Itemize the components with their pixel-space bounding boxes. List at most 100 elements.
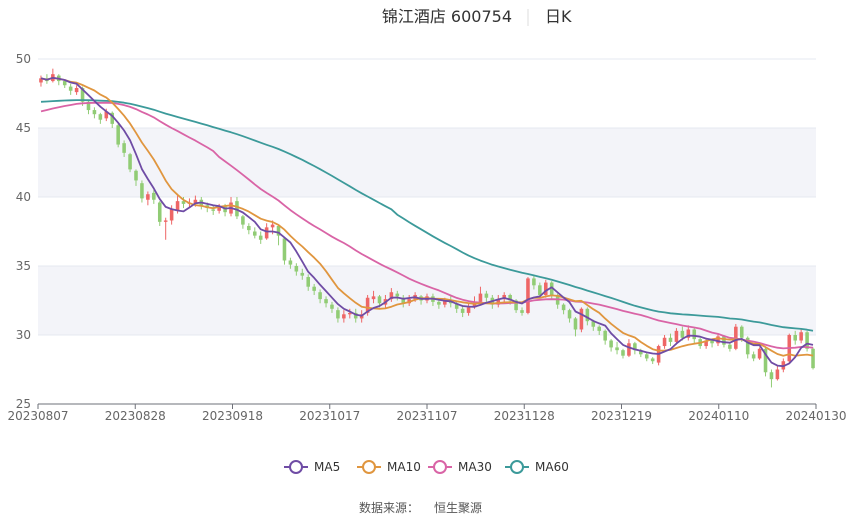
candle <box>39 75 43 87</box>
candle <box>241 214 245 229</box>
candle <box>252 227 257 239</box>
data-source: 数据来源： 恒生聚源 <box>359 500 482 515</box>
y-tick-label: 40 <box>16 190 31 204</box>
candle-body <box>157 202 162 222</box>
candle-body <box>152 192 156 200</box>
x-tick-label: 20230828 <box>105 409 166 423</box>
candle-body <box>644 354 649 359</box>
legend-marker <box>289 460 303 474</box>
x-tick-label: 20231107 <box>396 409 457 423</box>
candle-body <box>134 170 138 181</box>
candle-body <box>300 272 305 276</box>
candle <box>140 180 144 203</box>
candle-body <box>62 81 67 86</box>
x-axis: 20230807 20230828 20230918 20231017 20231107… <box>7 403 847 423</box>
candle <box>650 357 655 364</box>
candle-body <box>793 335 797 341</box>
legend-marker <box>510 460 524 474</box>
candle <box>163 217 168 240</box>
candle-body <box>306 277 311 287</box>
source-name: 恒生聚源 <box>434 501 482 515</box>
candle-body <box>567 310 572 319</box>
candle-body <box>211 209 215 211</box>
legend-label: MA10 <box>387 460 421 474</box>
candle-body <box>318 292 322 300</box>
candle <box>74 85 79 95</box>
candle <box>92 107 97 119</box>
x-tick-label: 20240130 <box>785 409 846 423</box>
candle-body <box>68 86 73 91</box>
candle-body <box>722 336 726 345</box>
candle <box>615 341 619 355</box>
candle-body <box>585 308 590 322</box>
candle-body <box>579 308 584 330</box>
candle-body <box>466 307 471 313</box>
y-tick-label: 45 <box>16 121 31 135</box>
legend-label: MA30 <box>458 460 492 474</box>
candle-body <box>437 301 441 305</box>
candle-body <box>609 340 613 348</box>
candle-body <box>460 308 465 313</box>
candle-body <box>270 224 275 228</box>
candle <box>769 369 774 388</box>
candle-body <box>710 340 714 344</box>
chart-title-text: 锦江酒店 600754 <box>382 7 512 26</box>
candle <box>757 347 762 360</box>
candle-body <box>597 326 602 331</box>
candle-body <box>573 318 578 330</box>
candle-body <box>484 293 489 298</box>
x-tick-label: 20231128 <box>494 409 555 423</box>
candle-body <box>615 347 619 351</box>
candle <box>116 123 120 148</box>
candle-body <box>330 304 334 309</box>
y-axis: 253035404550 <box>16 52 31 411</box>
candle-body <box>739 326 744 338</box>
candle-body <box>247 225 251 231</box>
candle-body <box>668 337 673 342</box>
candle-body <box>163 220 168 222</box>
candle <box>526 277 530 315</box>
chart-period-text: 日K <box>545 7 572 26</box>
legend-item-ma60: MA60 <box>505 460 569 474</box>
x-tick-label: 20230918 <box>202 409 263 423</box>
candle-body <box>282 238 287 261</box>
candle-body <box>241 216 245 225</box>
candle-body <box>342 314 346 319</box>
candle-body <box>74 87 79 93</box>
candle-body <box>395 293 400 297</box>
legend: MA5 MA10 MA30 MA60 <box>284 460 569 474</box>
legend-label: MA60 <box>535 460 569 474</box>
candle <box>775 365 780 381</box>
x-tick-label: 20231017 <box>299 409 360 423</box>
y-tick-label: 35 <box>16 259 31 273</box>
x-tick-label: 20231219 <box>591 409 652 423</box>
legend-item-ma10: MA10 <box>357 460 421 474</box>
candle-body <box>775 369 780 380</box>
candle-body <box>169 209 174 221</box>
candle <box>282 237 287 265</box>
candle <box>128 152 132 173</box>
candle-body <box>680 330 685 338</box>
legend-marker <box>362 460 376 474</box>
candle-body <box>478 293 483 302</box>
candle-body <box>650 358 655 362</box>
candle-body <box>627 343 631 356</box>
candle <box>609 339 613 352</box>
candle-body <box>532 278 536 286</box>
candle-body <box>258 235 263 240</box>
legend-item-ma30: MA30 <box>428 460 492 474</box>
y-tick-label: 50 <box>16 52 31 66</box>
candle-body <box>520 310 524 313</box>
candle-body <box>692 329 697 340</box>
candle-body <box>561 304 566 311</box>
y-tick-label: 30 <box>16 328 31 342</box>
candle-body <box>264 227 269 239</box>
candle-body <box>751 354 756 359</box>
candle <box>68 83 73 95</box>
candle <box>229 197 233 217</box>
candle <box>728 343 732 352</box>
source-label: 数据来源： <box>359 500 419 515</box>
candle <box>656 344 661 366</box>
candle <box>247 223 251 235</box>
candle-body <box>811 348 815 369</box>
